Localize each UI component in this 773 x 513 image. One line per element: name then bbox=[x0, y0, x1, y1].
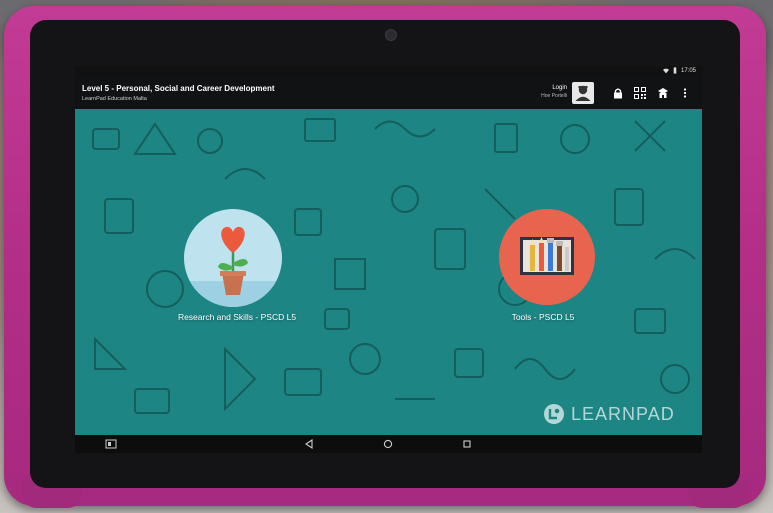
recents-icon[interactable] bbox=[461, 438, 473, 450]
home-icon[interactable] bbox=[382, 438, 394, 450]
wifi-icon bbox=[662, 68, 669, 73]
app-bar: Level 5 - Personal, Social and Career De… bbox=[75, 76, 702, 109]
app-icon-circle bbox=[184, 209, 282, 307]
school-icon[interactable] bbox=[657, 87, 669, 99]
launcher-wallpaper: Research and Skills - PSCD L5 Tools - PS… bbox=[75, 109, 702, 435]
screenshot-icon[interactable] bbox=[105, 438, 117, 450]
qr-code-icon[interactable] bbox=[634, 87, 646, 99]
navigation-bar bbox=[75, 435, 702, 453]
flower-pot-icon bbox=[184, 226, 282, 307]
paint-tools-icon bbox=[520, 237, 574, 275]
back-icon[interactable] bbox=[303, 438, 315, 450]
app-label-research: Research and Skills - PSCD L5 bbox=[177, 312, 297, 322]
watermark-text: LEARNPAD bbox=[571, 403, 675, 424]
app-icon-circle bbox=[499, 209, 595, 305]
app-research-and-skills[interactable]: Research and Skills - PSCD L5 bbox=[157, 209, 317, 329]
camera-lens bbox=[385, 29, 397, 41]
status-time: 17:05 bbox=[680, 67, 696, 74]
login-label: Login bbox=[552, 85, 567, 91]
status-bar: 17:05 bbox=[75, 66, 702, 76]
app-tools[interactable]: Tools - PSCD L5 bbox=[495, 209, 595, 329]
page-subtitle: LearnPad Education Malta bbox=[82, 96, 147, 102]
tablet-screen: 17:05 Level 5 - Personal, Social and Car… bbox=[75, 66, 702, 453]
login-button[interactable]: Login Hoe Portelli bbox=[523, 85, 567, 99]
avatar-icon bbox=[575, 85, 591, 101]
login-username: Hoe Portelli bbox=[541, 93, 567, 99]
lock-icon[interactable] bbox=[612, 87, 624, 99]
battery-icon bbox=[673, 67, 677, 74]
page-title: Level 5 - Personal, Social and Career De… bbox=[82, 84, 275, 93]
more-vert-icon[interactable] bbox=[679, 87, 691, 99]
learnpad-watermark: LEARNPAD bbox=[543, 403, 675, 425]
avatar[interactable] bbox=[572, 82, 594, 104]
app-label-tools: Tools - PSCD L5 bbox=[511, 312, 575, 322]
learnpad-logo-icon bbox=[544, 404, 564, 424]
